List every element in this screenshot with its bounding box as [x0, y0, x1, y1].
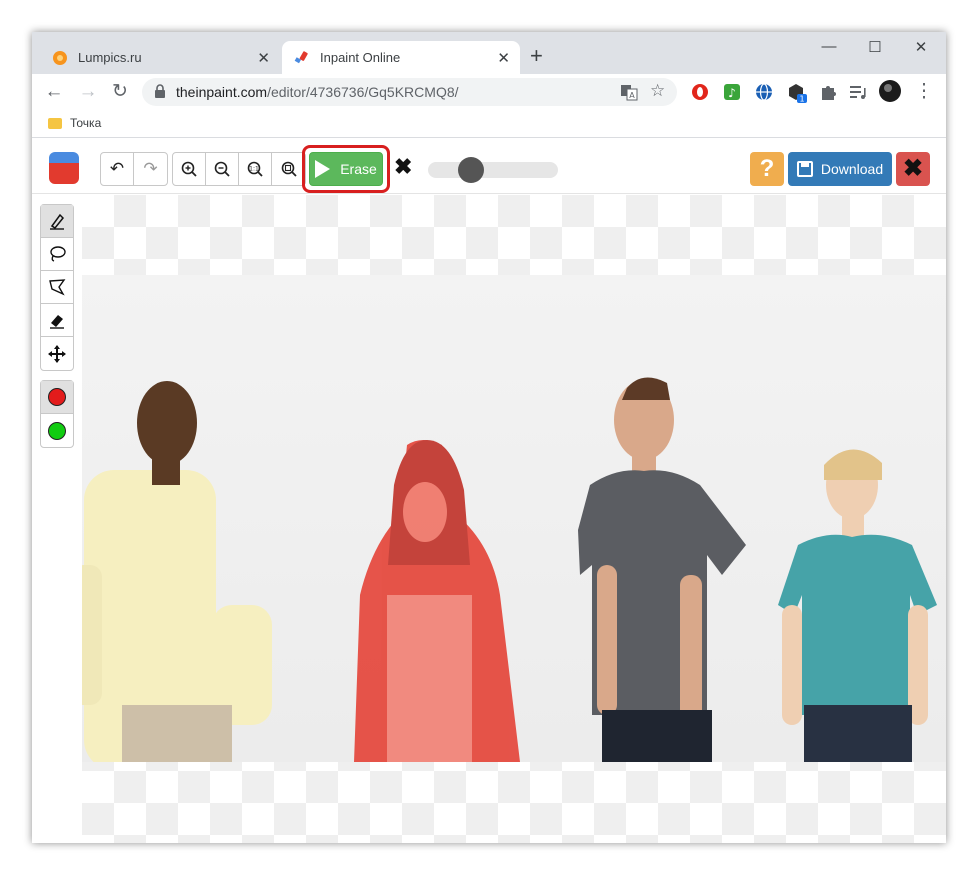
translate-icon[interactable]: A — [620, 83, 638, 106]
tab-close-icon[interactable]: ✕ — [497, 49, 510, 67]
selection-tools — [40, 204, 74, 371]
brush-icon — [294, 50, 310, 66]
tab-close-icon[interactable]: ✕ — [257, 49, 270, 67]
media-list-icon[interactable] — [848, 82, 868, 102]
zoom-actual-size-icon[interactable]: 1:1 — [239, 153, 272, 185]
editor-toolbar: ↶ ↷ 1:1 Erase ✖ ? Download ✖ — [32, 138, 946, 194]
back-icon[interactable]: ← — [42, 81, 66, 103]
zoom-group: 1:1 — [172, 152, 306, 186]
red-marker-button[interactable] — [41, 381, 73, 414]
tab-title: Lumpics.ru — [78, 50, 142, 65]
browser-window: Lumpics.ru ✕ Inpaint Online ✕ + — ☐ ✕ ← … — [32, 32, 946, 843]
erase-button[interactable]: Erase — [309, 152, 383, 186]
person-grey-polo — [578, 377, 746, 762]
green-marker-button[interactable] — [41, 414, 73, 447]
red-dot-icon — [48, 388, 66, 406]
tab-title: Inpaint Online — [320, 50, 401, 65]
music-icon[interactable]: ♪ — [722, 82, 742, 102]
svg-text:♪: ♪ — [728, 86, 736, 100]
close-editor-icon[interactable]: ✖ — [896, 152, 930, 186]
zoom-fit-icon[interactable] — [272, 153, 305, 185]
download-button[interactable]: Download — [788, 152, 892, 186]
download-label: Download — [820, 161, 884, 177]
orange-circle-icon — [52, 50, 68, 66]
help-button[interactable]: ? — [750, 152, 784, 186]
opera-icon[interactable] — [690, 82, 710, 102]
more-menu-icon[interactable]: ⋮ — [912, 81, 936, 103]
new-tab-icon[interactable]: + — [530, 45, 543, 67]
svg-text:1: 1 — [799, 95, 804, 104]
tab-inpaint[interactable]: Inpaint Online ✕ — [282, 41, 520, 74]
maximize-icon[interactable]: ☐ — [852, 38, 898, 56]
clear-selection-icon[interactable]: ✖ — [394, 154, 412, 180]
lasso-tool-icon[interactable] — [41, 238, 73, 271]
brush-size-slider[interactable] — [428, 162, 558, 178]
url-path: /editor/4736736/Gq5KRCMQ8/ — [267, 84, 459, 100]
inpaint-logo[interactable] — [49, 152, 79, 184]
polygon-lasso-icon[interactable] — [41, 271, 73, 304]
undo-icon[interactable]: ↶ — [101, 153, 134, 185]
people-photo — [82, 377, 937, 762]
history-group: ↶ ↷ — [100, 152, 168, 186]
marker-colors — [40, 380, 74, 448]
marker-tool-icon[interactable] — [41, 205, 73, 238]
forward-icon[interactable]: → — [76, 81, 100, 103]
close-window-icon[interactable]: ✕ — [898, 38, 944, 56]
eraser-tool-icon[interactable] — [41, 304, 73, 337]
bookmark-folder[interactable]: Точка — [48, 116, 101, 130]
browser-toolbar: ← → ↻ theinpaint.com/editor/4736736/Gq5K… — [32, 74, 946, 110]
vpn-globe-icon[interactable] — [754, 82, 774, 102]
play-icon — [315, 160, 331, 178]
photo-image[interactable] — [82, 275, 946, 762]
bookmarks-bar: Точка — [32, 110, 946, 138]
tab-lumpics[interactable]: Lumpics.ru ✕ — [40, 41, 280, 74]
zoom-out-icon[interactable] — [206, 153, 239, 185]
person-red-masked — [354, 440, 520, 762]
erase-highlight: Erase — [302, 145, 390, 193]
reload-icon[interactable]: ↻ — [108, 81, 132, 103]
tab-strip: Lumpics.ru ✕ Inpaint Online ✕ + — ☐ ✕ — [32, 32, 946, 74]
profile-avatar[interactable] — [878, 79, 902, 103]
bookmark-star-icon[interactable]: ☆ — [650, 81, 665, 101]
address-bar[interactable]: theinpaint.com/editor/4736736/Gq5KRCMQ8/… — [142, 78, 677, 106]
move-tool-icon[interactable] — [41, 337, 73, 370]
zoom-in-icon[interactable] — [173, 153, 206, 185]
floppy-disk-icon — [796, 161, 813, 177]
person-teal-shirt — [778, 449, 937, 762]
lock-icon — [154, 84, 166, 98]
minimize-icon[interactable]: — — [806, 38, 852, 55]
green-dot-icon — [48, 421, 66, 440]
folder-icon — [48, 117, 62, 129]
person-yellow-shirt — [82, 381, 272, 762]
puzzle-icon[interactable] — [818, 82, 838, 102]
erase-label: Erase — [340, 161, 377, 177]
redo-icon[interactable]: ↷ — [134, 153, 167, 185]
svg-text:1:1: 1:1 — [249, 166, 259, 173]
url-host: theinpaint.com — [176, 84, 268, 100]
brush-size-knob[interactable] — [458, 157, 484, 183]
bookmark-label: Точка — [70, 116, 102, 130]
cube-extension-icon[interactable]: 1 — [786, 82, 807, 104]
svg-text:A: A — [629, 91, 635, 100]
url-text: theinpaint.com/editor/4736736/Gq5KRCMQ8/ — [176, 84, 459, 100]
